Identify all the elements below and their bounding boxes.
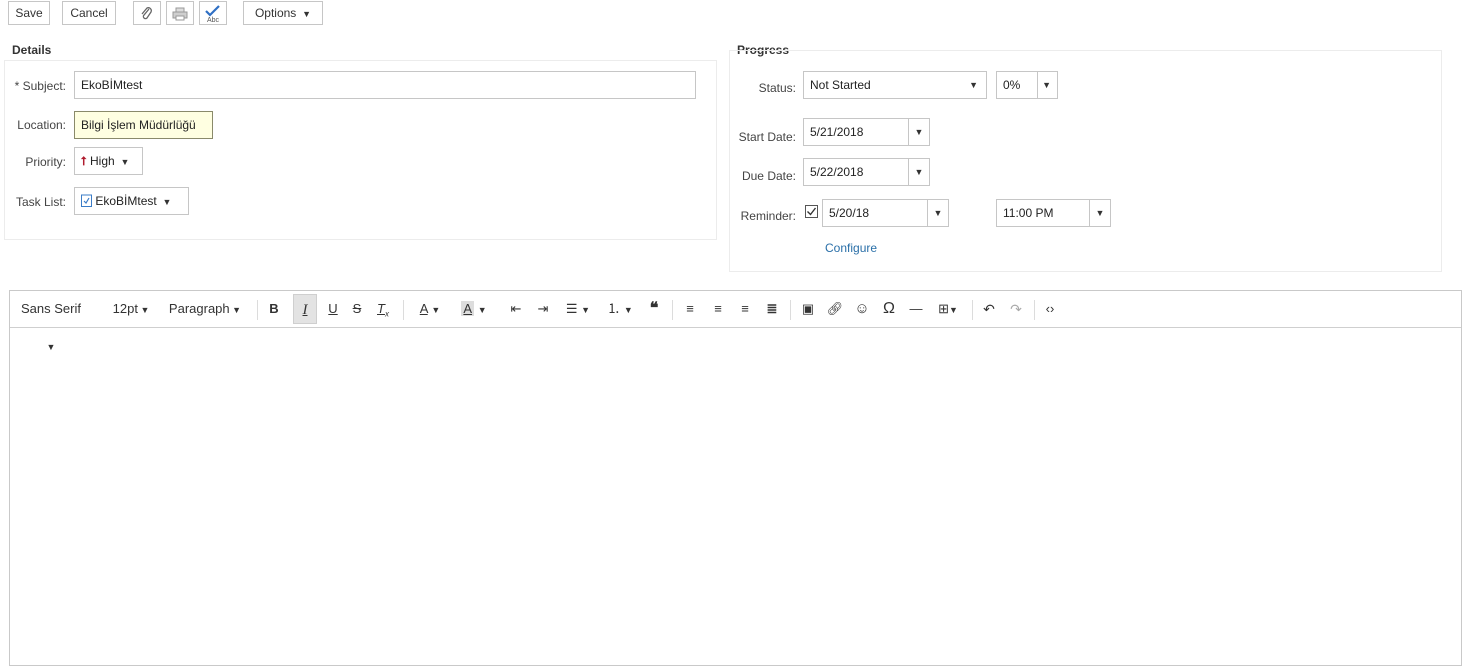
subject-label: * Subject: <box>14 79 66 93</box>
block-format-value: Paragraph <box>168 301 230 316</box>
reminder-checkbox[interactable] <box>805 205 818 218</box>
reminder-date-picker-button[interactable]: ▼ <box>927 199 949 227</box>
save-button[interactable]: Save <box>8 1 50 25</box>
chevron-down-icon: ▼ <box>160 197 172 207</box>
location-input[interactable]: Bilgi İşlem Müdürlüğü <box>74 111 213 139</box>
image-icon[interactable]: ▣ <box>796 291 820 327</box>
tasklist-value: EkoBİMtest <box>95 194 157 208</box>
numbered-list-icon[interactable]: ⒈ ▼ <box>600 291 640 327</box>
due-date-label: Due Date: <box>741 169 796 183</box>
clear-format-icon[interactable]: Tx <box>371 291 395 327</box>
source-code-icon[interactable]: ‹› <box>1038 291 1062 327</box>
percent-value: 0% <box>1003 78 1021 92</box>
special-character-icon[interactable]: Ω <box>877 291 901 327</box>
print-button[interactable] <box>166 1 194 25</box>
font-family-dropdown[interactable]: Sans Serif ▼ <box>16 291 86 352</box>
priority-dropdown[interactable]: ⭡ High ▼ <box>74 147 143 175</box>
redo-icon[interactable]: ↷ <box>1004 291 1028 327</box>
align-right-icon[interactable]: ≡ <box>733 291 757 327</box>
status-dropdown[interactable]: Not Started ▼ <box>803 71 987 99</box>
reminder-time-picker-button[interactable]: ▼ <box>1089 199 1111 227</box>
strikethrough-icon[interactable]: S <box>345 291 369 327</box>
percent-dropdown[interactable]: 0% ▼ <box>996 71 1058 99</box>
task-list-icon <box>81 194 92 207</box>
chevron-down-icon: ▼ <box>933 208 943 218</box>
arrow-up-icon: ⭡ <box>81 154 87 168</box>
chevron-down-icon: ▼ <box>1042 80 1051 90</box>
text-color-icon[interactable]: A ▼ <box>410 291 450 327</box>
font-family-value: Sans Serif <box>21 301 81 316</box>
chevron-down-icon: ▼ <box>118 157 130 167</box>
status-label: Status: <box>758 81 796 95</box>
separator <box>257 300 258 320</box>
italic-icon[interactable]: I <box>293 294 317 324</box>
bullet-list-icon[interactable]: ☰ ▼ <box>558 291 598 327</box>
options-button[interactable]: Options ▼ <box>243 1 323 25</box>
priority-value: High <box>89 154 115 168</box>
due-date-input[interactable]: 5/22/2018 <box>803 158 909 186</box>
outdent-icon[interactable]: ⇤ <box>504 291 528 327</box>
configure-link[interactable]: Configure <box>825 241 877 255</box>
chevron-down-icon: ▼ <box>969 80 978 90</box>
separator <box>672 300 673 320</box>
status-value: Not Started <box>810 78 871 92</box>
separator <box>972 300 973 320</box>
align-justify-icon[interactable]: ≣ <box>760 291 784 327</box>
rich-text-editor: Sans Serif ▼ 12pt ▼ Paragraph ▼ B I U S … <box>9 290 1462 666</box>
editor-toolbar: Sans Serif ▼ 12pt ▼ Paragraph ▼ B I U S … <box>10 291 1461 352</box>
location-label: Location: <box>17 118 66 132</box>
separator <box>403 300 404 320</box>
start-date-input[interactable]: 5/21/2018 <box>803 118 909 146</box>
subject-input[interactable]: EkoBİMtest <box>74 71 696 99</box>
bold-icon[interactable]: B <box>262 291 286 327</box>
spellcheck-icon: Abc <box>205 5 220 23</box>
link-icon[interactable]: 🔗︎ <box>823 291 847 327</box>
chevron-down-icon: ▼ <box>914 167 924 177</box>
reminder-label: Reminder: <box>740 209 796 223</box>
chevron-down-icon: ▼ <box>299 9 312 19</box>
blockquote-icon[interactable]: ❝ <box>642 291 666 327</box>
highlight-color-icon[interactable]: A ▼ <box>454 291 494 327</box>
priority-label: Priority: <box>25 155 66 169</box>
emoticon-icon[interactable]: ☺ <box>850 291 874 327</box>
block-format-dropdown[interactable]: Paragraph ▼ <box>163 291 247 327</box>
start-date-picker-button[interactable]: ▼ <box>908 118 930 146</box>
align-center-icon[interactable]: ≡ <box>706 291 730 327</box>
font-size-dropdown[interactable]: 12pt ▼ <box>108 291 154 327</box>
chevron-down-icon: ▼ <box>1095 208 1105 218</box>
options-label: Options <box>254 6 297 20</box>
table-icon[interactable]: ⊞▼ <box>931 291 965 327</box>
tasklist-dropdown[interactable]: EkoBİMtest ▼ <box>74 187 189 215</box>
editor-body[interactable] <box>10 328 1461 665</box>
start-date-label: Start Date: <box>738 130 796 144</box>
details-title: Details <box>12 43 52 57</box>
printer-icon <box>172 7 188 21</box>
horizontal-rule-icon[interactable]: — <box>904 291 928 327</box>
separator <box>790 300 791 320</box>
spellcheck-button[interactable]: Abc <box>199 1 227 25</box>
chevron-down-icon: ▼ <box>914 127 924 137</box>
align-left-icon[interactable]: ≡ <box>678 291 702 327</box>
indent-icon[interactable]: ⇥ <box>531 291 555 327</box>
due-date-picker-button[interactable]: ▼ <box>908 158 930 186</box>
undo-icon[interactable]: ↶ <box>977 291 1001 327</box>
tasklist-label: Task List: <box>15 195 66 209</box>
chevron-down-icon: ▼ <box>137 305 150 315</box>
separator <box>1034 300 1035 320</box>
underline-icon[interactable]: U <box>321 291 345 327</box>
chevron-down-icon: ▼ <box>229 305 242 315</box>
paperclip-icon <box>141 6 152 20</box>
reminder-time-input[interactable]: 11:00 PM <box>996 199 1090 227</box>
svg-text:Abc: Abc <box>207 17 220 23</box>
font-size-value: 12pt <box>112 301 138 316</box>
attach-button[interactable] <box>133 1 161 25</box>
cancel-button[interactable]: Cancel <box>62 1 116 25</box>
reminder-date-input[interactable]: 5/20/18 <box>822 199 928 227</box>
